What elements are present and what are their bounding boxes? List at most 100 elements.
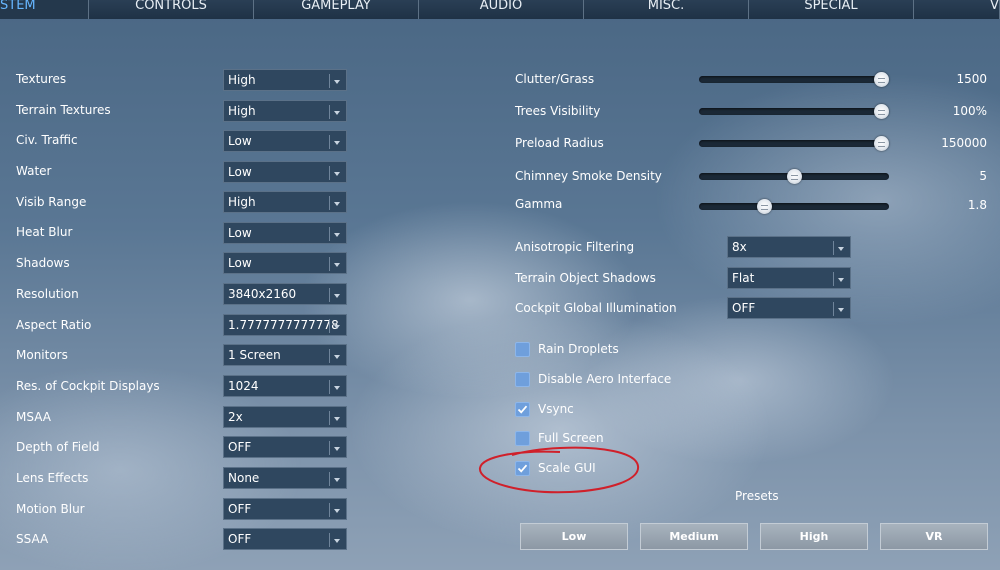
dropdown-resolution[interactable]: 3840x2160 — [223, 283, 347, 305]
dropdown-value: 2x — [228, 410, 243, 424]
dropdown-ssaa[interactable]: OFF — [223, 528, 347, 550]
dropdown-anisotropic[interactable]: 8x — [727, 236, 851, 258]
checkmark-icon — [517, 405, 528, 414]
checkbox-label-scale-gui: Scale GUI — [538, 461, 596, 475]
checkbox-scale-gui[interactable] — [515, 461, 530, 476]
setting-label-heat-blur: Heat Blur — [16, 225, 73, 239]
slider-knob[interactable] — [874, 104, 889, 119]
dropdown-aspect-ratio[interactable]: 1.7777777777778 — [223, 314, 347, 336]
checkbox-vsync[interactable] — [515, 402, 530, 417]
chevron-down-icon — [329, 472, 344, 486]
checkmark-icon — [517, 464, 528, 473]
preset-vr-button[interactable]: VR — [880, 523, 988, 550]
dropdown-value: OFF — [228, 502, 252, 516]
dropdown-depth-of-field[interactable]: OFF — [223, 436, 347, 458]
slider-value-preload-radius: 150000 — [941, 136, 987, 150]
dropdown-value: None — [228, 471, 260, 485]
setting-label-motion-blur: Motion Blur — [16, 502, 85, 516]
tab-gameplay[interactable]: GAMEPLAY — [254, 0, 419, 19]
dropdown-cockpit-displays[interactable]: 1024 — [223, 375, 347, 397]
dropdown-msaa[interactable]: 2x — [223, 406, 347, 428]
preset-medium-button[interactable]: Medium — [640, 523, 748, 550]
dropdown-terrain-textures[interactable]: High — [223, 100, 347, 122]
presets-label: Presets — [735, 489, 779, 503]
dropdown-textures[interactable]: High — [223, 69, 347, 91]
slider-value-trees: 100% — [952, 104, 987, 118]
setting-label-cockpit-gi: Cockpit Global Illumination — [515, 301, 677, 315]
tab-audio[interactable]: AUDIO — [419, 0, 584, 19]
dropdown-monitors[interactable]: 1 Screen — [223, 344, 347, 366]
chevron-down-icon — [329, 319, 344, 333]
dropdown-motion-blur[interactable]: OFF — [223, 498, 347, 520]
setting-label-terrain-object-shadows: Terrain Object Shadows — [515, 271, 656, 285]
setting-label-terrain-textures: Terrain Textures — [16, 103, 111, 117]
chevron-down-icon — [833, 302, 848, 316]
chevron-down-icon — [329, 288, 344, 302]
dropdown-lens-effects[interactable]: None — [223, 467, 347, 489]
slider-knob[interactable] — [874, 136, 889, 151]
chevron-down-icon — [329, 533, 344, 547]
chevron-down-icon — [833, 272, 848, 286]
dropdown-value: 1.7777777777778 — [228, 318, 339, 332]
dropdown-value: Low — [228, 226, 252, 240]
dropdown-value: 1024 — [228, 379, 259, 393]
chevron-down-icon — [329, 411, 344, 425]
slider-preload-radius[interactable] — [699, 140, 889, 147]
checkbox-label-rain-droplets: Rain Droplets — [538, 342, 619, 356]
dropdown-heat-blur[interactable]: Low — [223, 222, 347, 244]
slider-trees[interactable] — [699, 108, 889, 115]
chevron-down-icon — [329, 380, 344, 394]
dropdown-value: 3840x2160 — [228, 287, 297, 301]
checkbox-label-vsync: Vsync — [538, 402, 574, 416]
chevron-down-icon — [329, 349, 344, 363]
dropdown-value: OFF — [228, 440, 252, 454]
tab-system[interactable]: STEM — [0, 0, 89, 19]
dropdown-value: High — [228, 195, 256, 209]
checkbox-label-disable-aero: Disable Aero Interface — [538, 372, 672, 386]
chevron-down-icon — [329, 135, 344, 149]
checkbox-full-screen[interactable] — [515, 431, 530, 446]
slider-clutter[interactable] — [699, 76, 889, 83]
tab-controls[interactable]: CONTROLS — [89, 0, 254, 19]
slider-gamma[interactable] — [699, 203, 889, 210]
setting-label-visib-range: Visib Range — [16, 195, 87, 209]
setting-label-aspect-ratio: Aspect Ratio — [16, 318, 92, 332]
checkbox-disable-aero[interactable] — [515, 372, 530, 387]
dropdown-visib-range[interactable]: High — [223, 191, 347, 213]
slider-knob[interactable] — [757, 199, 772, 214]
checkbox-label-full-screen: Full Screen — [538, 431, 604, 445]
chevron-down-icon — [329, 227, 344, 241]
dropdown-cockpit-gi[interactable]: OFF — [727, 297, 851, 319]
setting-label-lens-effects: Lens Effects — [16, 471, 89, 485]
slider-knob[interactable] — [787, 169, 802, 184]
slider-value-chimney-smoke: 5 — [979, 169, 987, 183]
setting-label-anisotropic: Anisotropic Filtering — [515, 240, 635, 254]
chevron-down-icon — [329, 441, 344, 455]
tab-vr[interactable]: VR — [914, 0, 1000, 19]
setting-label-textures: Textures — [16, 72, 67, 86]
chevron-down-icon — [329, 196, 344, 210]
tab-special[interactable]: SPECIAL — [749, 0, 914, 19]
dropdown-value: High — [228, 104, 256, 118]
setting-label-ssaa: SSAA — [16, 532, 49, 546]
slider-label-clutter: Clutter/Grass — [515, 72, 595, 86]
checkbox-rain-droplets[interactable] — [515, 342, 530, 357]
dropdown-value: OFF — [228, 532, 252, 546]
dropdown-water[interactable]: Low — [223, 161, 347, 183]
slider-label-gamma: Gamma — [515, 197, 563, 211]
dropdown-terrain-object-shadows[interactable]: Flat — [727, 267, 851, 289]
dropdown-civ-traffic[interactable]: Low — [223, 130, 347, 152]
preset-low-button[interactable]: Low — [520, 523, 628, 550]
dropdown-value: 8x — [732, 240, 747, 254]
tab-misc[interactable]: MISC. — [584, 0, 749, 19]
slider-knob[interactable] — [874, 72, 889, 87]
slider-value-gamma: 1.8 — [967, 198, 987, 212]
setting-label-depth-of-field: Depth of Field — [16, 440, 100, 454]
dropdown-value: Low — [228, 165, 252, 179]
setting-label-civ-traffic: Civ. Traffic — [16, 133, 78, 147]
dropdown-value: Low — [228, 134, 252, 148]
chevron-down-icon — [329, 74, 344, 88]
slider-label-trees: Trees Visibility — [515, 104, 601, 118]
dropdown-shadows[interactable]: Low — [223, 252, 347, 274]
preset-high-button[interactable]: High — [760, 523, 868, 550]
